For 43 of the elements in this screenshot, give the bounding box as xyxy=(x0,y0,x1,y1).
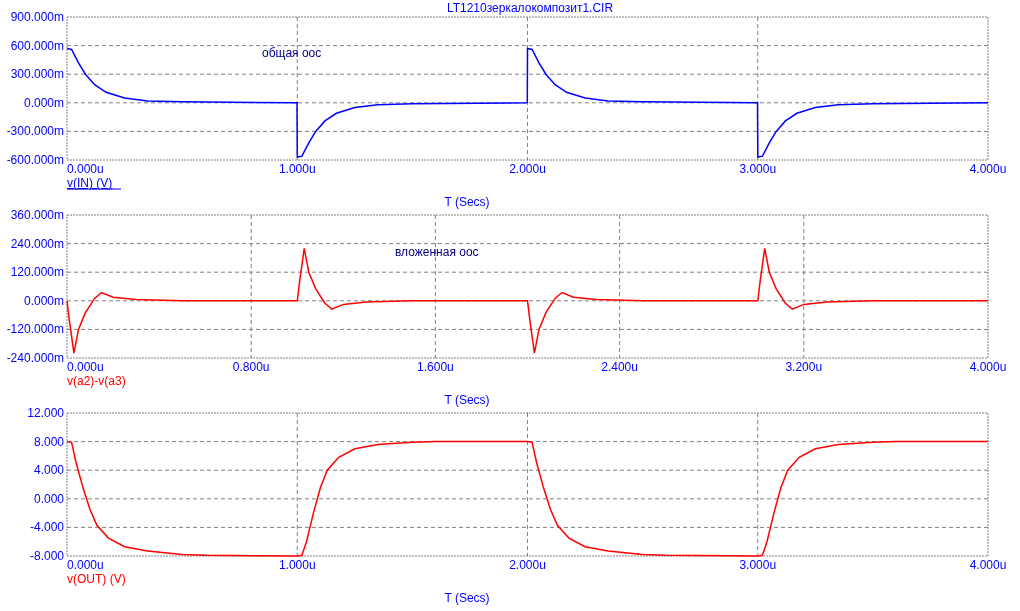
y-axis-label: 240.000m xyxy=(10,236,64,251)
y-axis-label: -240.000m xyxy=(6,351,64,365)
y-axis-label: -8.000 xyxy=(29,549,64,563)
y-axis-label: 0.000m xyxy=(23,293,64,308)
x-axis-label: 1.000u xyxy=(278,162,316,176)
trace-label[interactable]: v(a2)-v(a3) xyxy=(67,374,126,388)
y-axis-label: 360.000m xyxy=(10,208,64,222)
y-axis-label: -120.000m xyxy=(6,322,64,337)
trace-label[interactable]: v(IN) (V) xyxy=(67,176,113,190)
x-axis-label: 1.600u xyxy=(417,360,454,374)
y-axis-label: 900.000m xyxy=(10,10,64,24)
y-axis-label: 0.000m xyxy=(23,95,64,110)
y-axis-label: 120.000m xyxy=(10,265,64,280)
y-axis-label: 8.000 xyxy=(33,434,64,449)
x-axis-label: 2.000u xyxy=(509,162,546,176)
x-axis-title: T (Secs) xyxy=(444,195,490,209)
annotation-label: общая оос xyxy=(262,46,322,60)
x-axis-label: 3.000u xyxy=(739,162,777,176)
y-axis-label: 300.000m xyxy=(10,67,64,82)
x-axis-label: 4.000u xyxy=(969,162,1007,176)
y-axis-label: 4.000 xyxy=(33,463,64,478)
plot-title: LT1210зеркалокомпозит1.CIR xyxy=(445,0,615,16)
y-axis-label: 0.000 xyxy=(33,491,64,506)
x-axis-label: 1.000u xyxy=(278,558,316,572)
x-axis-label: 0.000u xyxy=(67,558,104,572)
y-axis-label: -300.000m xyxy=(6,124,64,139)
x-axis-label: 3.000u xyxy=(739,558,777,572)
x-axis-label: 0.800u xyxy=(232,360,270,374)
x-axis-title: T (Secs) xyxy=(444,591,490,605)
y-axis-label: 12.000 xyxy=(27,406,64,420)
x-axis-label: 0.000u xyxy=(67,162,104,176)
annotation-label: вложенная оос xyxy=(395,245,479,259)
x-axis-label: 4.000u xyxy=(969,360,1007,374)
x-axis-label: 2.400u xyxy=(601,360,638,374)
x-axis-label: 2.000u xyxy=(509,558,546,572)
y-axis-label: -4.000 xyxy=(29,520,64,535)
y-axis-label: -600.000m xyxy=(6,153,64,167)
trace-label[interactable]: v(OUT) (V) xyxy=(67,572,126,586)
y-axis-label: 600.000m xyxy=(10,38,64,53)
x-axis-label: 3.200u xyxy=(785,360,823,374)
x-axis-title: T (Secs) xyxy=(444,393,490,407)
x-axis-label: 0.000u xyxy=(67,360,104,374)
x-axis-label: 4.000u xyxy=(969,558,1007,572)
